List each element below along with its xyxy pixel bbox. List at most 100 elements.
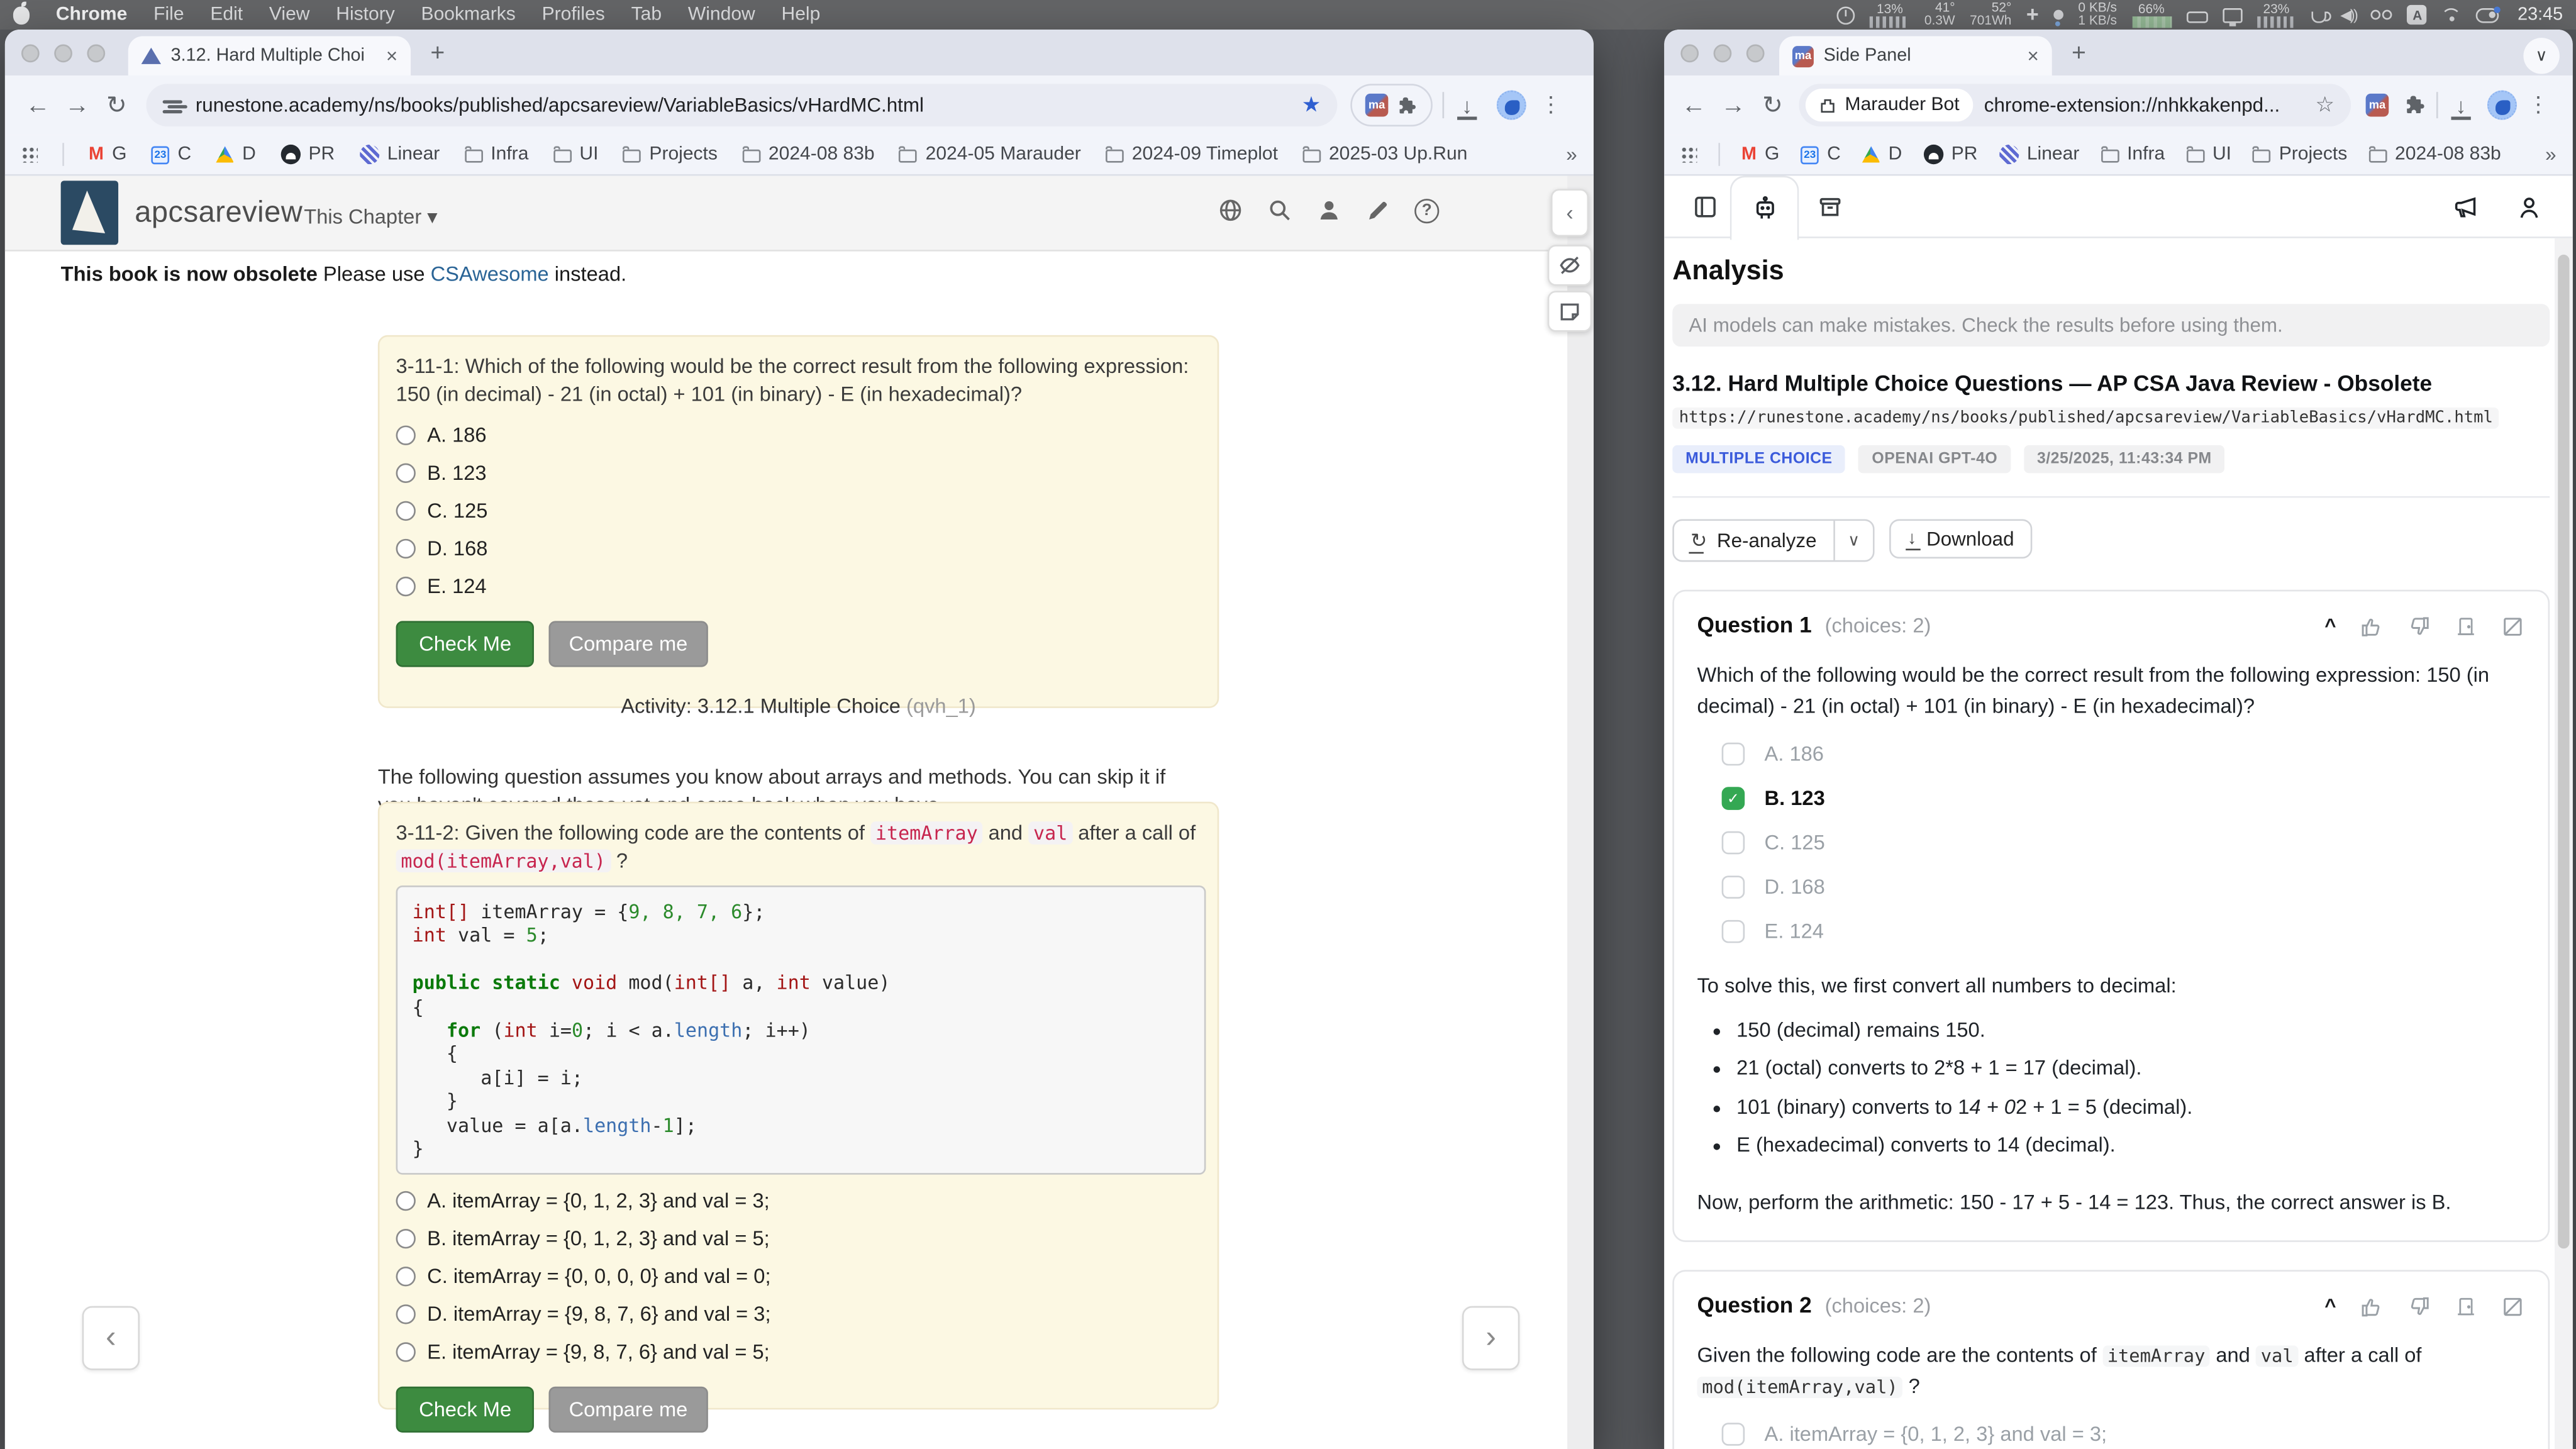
sidebar-collapse-button[interactable]: ‹ xyxy=(1551,189,1589,236)
url-text[interactable]: chrome-extension://nhkkakenpd... xyxy=(1984,94,2280,117)
window-controls[interactable] xyxy=(21,45,105,63)
q2-option-a[interactable]: A. itemArray = {0, 1, 2, 3} and val = 3; xyxy=(396,1190,1201,1213)
bookmark-folder-ui[interactable]: UI xyxy=(553,145,599,164)
help-icon[interactable]: ? xyxy=(1414,198,1439,223)
downloads-icon[interactable]: ↓ xyxy=(1454,93,1480,118)
checkbox-icon[interactable] xyxy=(1722,920,1745,943)
door-icon[interactable] xyxy=(2455,614,2478,638)
menu-window[interactable]: Window xyxy=(688,5,755,25)
bookmark-linear[interactable]: Linear xyxy=(359,145,440,164)
bookmark-folder-infra[interactable]: Infra xyxy=(2101,145,2165,164)
radio-icon[interactable] xyxy=(396,1305,416,1324)
no-image-icon[interactable] xyxy=(2501,1294,2525,1318)
bookmark-gmail[interactable]: MG xyxy=(89,145,126,164)
display-icon[interactable] xyxy=(2222,8,2241,23)
back-button[interactable]: ← xyxy=(18,91,58,119)
bookmarks-overflow-icon[interactable]: » xyxy=(1566,143,1577,166)
thumbs-down-icon[interactable] xyxy=(2407,614,2431,638)
fan-icon[interactable] xyxy=(2053,10,2063,20)
new-tab-button[interactable]: + xyxy=(430,40,445,67)
scratchpad-button[interactable] xyxy=(1548,291,1592,331)
menu-chrome[interactable]: Chrome xyxy=(56,5,128,25)
checkbox-checked-icon[interactable]: ✓ xyxy=(1722,787,1745,810)
clock[interactable]: 23:45 xyxy=(2518,5,2563,25)
analysis-q1-option-b[interactable]: ✓B. 123 xyxy=(1697,786,2525,811)
tab-close-icon[interactable]: × xyxy=(386,45,397,68)
reload-button[interactable]: ↻ xyxy=(1753,91,1792,120)
q1-option-d[interactable]: D. 168 xyxy=(396,537,1201,560)
profile-avatar[interactable] xyxy=(2487,91,2517,120)
radio-icon[interactable] xyxy=(396,1267,416,1287)
profile-avatar[interactable] xyxy=(1497,91,1526,120)
tab-analysis-active[interactable] xyxy=(1730,176,1799,240)
analysis-q2-option-a[interactable]: A. itemArray = {0, 1, 2, 3} and val = 3; xyxy=(1697,1422,2525,1446)
check-me-button[interactable]: Check Me xyxy=(396,621,535,667)
browser-menu-icon[interactable]: ⋮ xyxy=(1540,92,1563,118)
radio-icon[interactable] xyxy=(396,1230,416,1249)
account-icon[interactable] xyxy=(2514,192,2543,222)
tab-side-panel[interactable]: ma Side Panel × xyxy=(1779,36,2052,75)
temp-watt[interactable]: 41°0.3W xyxy=(1924,1,1955,28)
caffeine-icon[interactable] xyxy=(2311,11,2326,22)
megaphone-icon[interactable] xyxy=(2451,192,2480,222)
window-controls[interactable] xyxy=(1680,45,1764,63)
bookmark-gmail[interactable]: MG xyxy=(1741,145,1779,164)
radio-icon[interactable] xyxy=(396,464,416,483)
tab-search-button[interactable]: ∨ xyxy=(2523,38,2559,74)
tab-pages-icon[interactable] xyxy=(1690,192,1720,222)
pencil-icon[interactable] xyxy=(1365,197,1392,223)
gpu-meter[interactable]: 13% xyxy=(1870,3,1910,27)
downloads-icon[interactable]: ↓ xyxy=(2448,93,2474,118)
address-bar[interactable]: Marauder Bot chrome-extension://nhkkaken… xyxy=(1799,84,2351,126)
bookmark-drive[interactable]: D xyxy=(216,145,256,164)
menu-profiles[interactable]: Profiles xyxy=(542,5,605,25)
marauder-extension-icon[interactable]: ma xyxy=(1365,94,1389,117)
menu-history[interactable]: History xyxy=(336,5,394,25)
bookmark-folder-infra[interactable]: Infra xyxy=(464,145,528,164)
address-bar[interactable]: runestone.academy/ns/books/published/apc… xyxy=(146,84,1337,126)
sleep-icon[interactable] xyxy=(2186,11,2207,22)
apple-icon[interactable] xyxy=(13,6,30,24)
bookmark-drive[interactable]: D xyxy=(1862,145,1902,164)
tab-close-icon[interactable]: × xyxy=(2027,45,2038,68)
bookmark-folder-2024-08[interactable]: 2024-08 83b xyxy=(742,145,875,164)
tab-archive-icon[interactable] xyxy=(1816,192,1845,222)
bookmark-calendar[interactable]: 23C xyxy=(152,145,192,164)
menu-tab[interactable]: Tab xyxy=(631,5,662,25)
q1-option-c[interactable]: C. 125 xyxy=(396,499,1201,523)
user-icon[interactable] xyxy=(1316,197,1342,223)
network-speed[interactable]: 0 KB/s1 KB/s xyxy=(2078,1,2117,28)
q2-option-c[interactable]: C. itemArray = {0, 0, 0, 0} and val = 0; xyxy=(396,1266,1201,1289)
menu-edit[interactable]: Edit xyxy=(210,5,243,25)
search-icon[interactable] xyxy=(1267,197,1293,223)
q1-option-e[interactable]: E. 124 xyxy=(396,575,1201,598)
compare-me-button[interactable]: Compare me xyxy=(549,621,707,667)
hide-highlights-button[interactable] xyxy=(1548,245,1592,286)
globe-icon[interactable] xyxy=(1218,197,1244,223)
apps-grid-icon[interactable] xyxy=(21,146,38,162)
back-button[interactable]: ← xyxy=(1674,91,1714,119)
url-text[interactable]: runestone.academy/ns/books/published/apc… xyxy=(196,94,924,117)
checkbox-icon[interactable] xyxy=(1722,743,1745,766)
panel-scrollbar-thumb[interactable] xyxy=(2558,255,2569,1248)
thumbs-down-icon[interactable] xyxy=(2407,1294,2431,1318)
site-brand[interactable]: apcsareview xyxy=(135,196,303,230)
glasses-icon[interactable] xyxy=(2372,10,2393,20)
reanalyze-dropdown[interactable]: ∨ xyxy=(1835,531,1873,550)
forward-button[interactable]: → xyxy=(1714,91,1753,119)
forward-button[interactable]: → xyxy=(57,91,97,119)
no-image-icon[interactable] xyxy=(2501,614,2525,638)
new-tab-button[interactable]: + xyxy=(2072,40,2086,67)
bookmark-folder-2024-09[interactable]: 2024-09 Timeplot xyxy=(1106,145,1278,164)
radio-icon[interactable] xyxy=(396,1192,416,1211)
bookmark-star-icon[interactable]: ☆ xyxy=(2316,92,2334,118)
analysis-q1-option-d[interactable]: D. 168 xyxy=(1697,875,2525,899)
next-page-button[interactable]: › xyxy=(1462,1306,1519,1370)
bookmark-folder-ui[interactable]: UI xyxy=(2186,145,2231,164)
checkbox-icon[interactable] xyxy=(1722,1423,1745,1446)
radio-icon[interactable] xyxy=(396,426,416,445)
q1-option-a[interactable]: A. 186 xyxy=(396,424,1201,447)
bookmark-folder-2024-05[interactable]: 2024-05 Marauder xyxy=(899,145,1081,164)
q2-option-d[interactable]: D. itemArray = {9, 8, 7, 6} and val = 3; xyxy=(396,1304,1201,1327)
checkbox-icon[interactable] xyxy=(1722,875,1745,899)
